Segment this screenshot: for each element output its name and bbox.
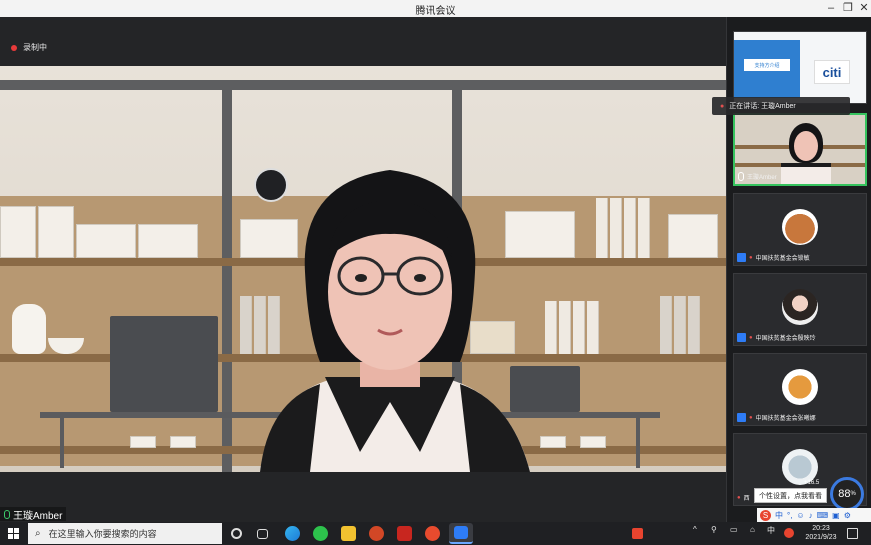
cartoon-avatar	[782, 369, 818, 405]
mic-icon	[738, 172, 744, 181]
participant-tile-active[interactable]: 王璇Amber	[733, 113, 867, 186]
task-view-icon[interactable]	[257, 529, 268, 539]
sogou-tray-icon-2[interactable]	[784, 528, 794, 538]
taskbar: ⌕ 在这里输入你要搜索的内容 ^ ⚲ ▭ ⌂ 中 20:23 2021/9/23	[0, 522, 871, 545]
browser-app-icon[interactable]	[425, 526, 440, 541]
citi-logo: citi	[814, 60, 850, 84]
mic-active-icon	[4, 509, 10, 519]
mic-muted-icon: ●	[749, 414, 753, 421]
battery-icon[interactable]: ▭	[730, 525, 738, 534]
taskbar-search[interactable]: ⌕ 在这里输入你要搜索的内容	[28, 523, 222, 544]
participant-sidebar: 支持方介绍 citi 王璇Amber ● 中国扶贫基金会锁敏 ● 中国扶贫基金会…	[726, 17, 871, 522]
search-icon: ⌕	[35, 528, 41, 539]
minimize-button[interactable]: –	[824, 1, 838, 15]
user-icon	[737, 333, 746, 342]
speaker-mic-icon: ●	[720, 102, 725, 110]
shared-screen-tile[interactable]: 支持方介绍 citi	[733, 31, 867, 104]
speaker-nameplate: 王璇Amber	[0, 507, 67, 522]
clock-date: 2021/9/23	[805, 534, 837, 541]
powerpoint-icon[interactable]	[369, 526, 384, 541]
sogou-icon: S	[760, 509, 771, 521]
participant-tile[interactable]: ● 中国扶贫基金会张曦娜	[733, 353, 867, 426]
user-icon	[737, 253, 746, 262]
title-bar: 腾讯会议 – ❐ ✕	[0, 0, 871, 17]
search-placeholder: 在这里输入你要搜索的内容	[48, 529, 157, 539]
notification-icon[interactable]	[847, 528, 858, 539]
network-icon[interactable]: ⌂	[750, 525, 755, 534]
record-dot-icon	[11, 44, 17, 51]
mic-muted-icon: ●	[749, 254, 753, 261]
mic-muted-icon: ●	[749, 334, 753, 341]
participant-label: 王璇Amber	[738, 172, 777, 181]
participant-tile[interactable]: ● 中国扶贫基金会锁敏	[733, 193, 867, 266]
speaker-name: 王璇Amber	[13, 510, 63, 522]
participant-label: ● 西	[737, 494, 750, 503]
participant-label: ● 中国扶贫基金会殷映玲	[737, 333, 816, 342]
wechat-icon[interactable]	[313, 526, 328, 541]
recording-indicator[interactable]: 录制中	[11, 42, 47, 53]
personalize-tooltip[interactable]: 个性设置，点我看看	[754, 488, 827, 503]
slide-title: 支持方介绍	[744, 59, 790, 71]
file-explorer-icon[interactable]	[341, 526, 356, 541]
settings-icon[interactable]: ⚙	[844, 511, 851, 520]
punctuation-icon[interactable]: °,	[787, 511, 792, 520]
tencent-meeting-taskbar-button[interactable]	[449, 523, 473, 544]
tencent-meeting-icon	[454, 526, 468, 539]
ime-toolbar[interactable]: S 中 °, ☺ ♪ ⌨ ▣ ⚙	[757, 508, 871, 522]
network-gauge[interactable]: 88%	[830, 477, 864, 511]
speaking-banner: ● 正在讲话: 王璇Amber	[712, 97, 850, 115]
voice-icon[interactable]: ♪	[809, 511, 813, 520]
main-video-area: 录制中 王璇Amber	[0, 17, 726, 522]
participant-tile[interactable]: ● 中国扶贫基金会殷映玲	[733, 273, 867, 346]
clock[interactable]: 20:23 2021/9/23	[805, 524, 837, 542]
participant-label: ● 中国扶贫基金会锁敏	[737, 253, 810, 262]
speaker-video	[0, 66, 726, 472]
tray-chevron-icon[interactable]: ^	[693, 525, 697, 534]
photo-avatar	[782, 289, 818, 325]
ime-tray-label[interactable]: 中	[767, 525, 775, 536]
restore-button[interactable]: ❐	[841, 1, 855, 15]
cortana-icon[interactable]	[231, 528, 242, 539]
speaker-figure	[260, 170, 530, 472]
keyboard-icon[interactable]: ⌨	[817, 511, 829, 520]
edge-icon[interactable]	[285, 526, 300, 541]
clock-time: 20:23	[812, 525, 830, 532]
sogou-tray-icon[interactable]	[632, 528, 643, 539]
user-icon	[737, 413, 746, 422]
pdf-reader-icon[interactable]	[397, 526, 412, 541]
emoji-icon[interactable]: ☺	[796, 511, 804, 520]
mic-muted-icon: ●	[737, 494, 741, 501]
ime-mode-label[interactable]: 中	[775, 510, 783, 521]
gauge-overlay-text: +16.5	[804, 480, 820, 486]
bear-avatar	[782, 209, 818, 245]
windows-start-icon[interactable]	[8, 528, 19, 539]
window-title: 腾讯会议	[415, 6, 456, 17]
skin-icon[interactable]: ▣	[832, 511, 840, 520]
recording-label: 录制中	[23, 43, 47, 52]
participant-label: ● 中国扶贫基金会张曦娜	[737, 413, 816, 422]
close-button[interactable]: ✕	[857, 1, 871, 15]
gauge-value: 88	[838, 488, 851, 500]
tray-app-icon[interactable]: ⚲	[711, 525, 717, 534]
